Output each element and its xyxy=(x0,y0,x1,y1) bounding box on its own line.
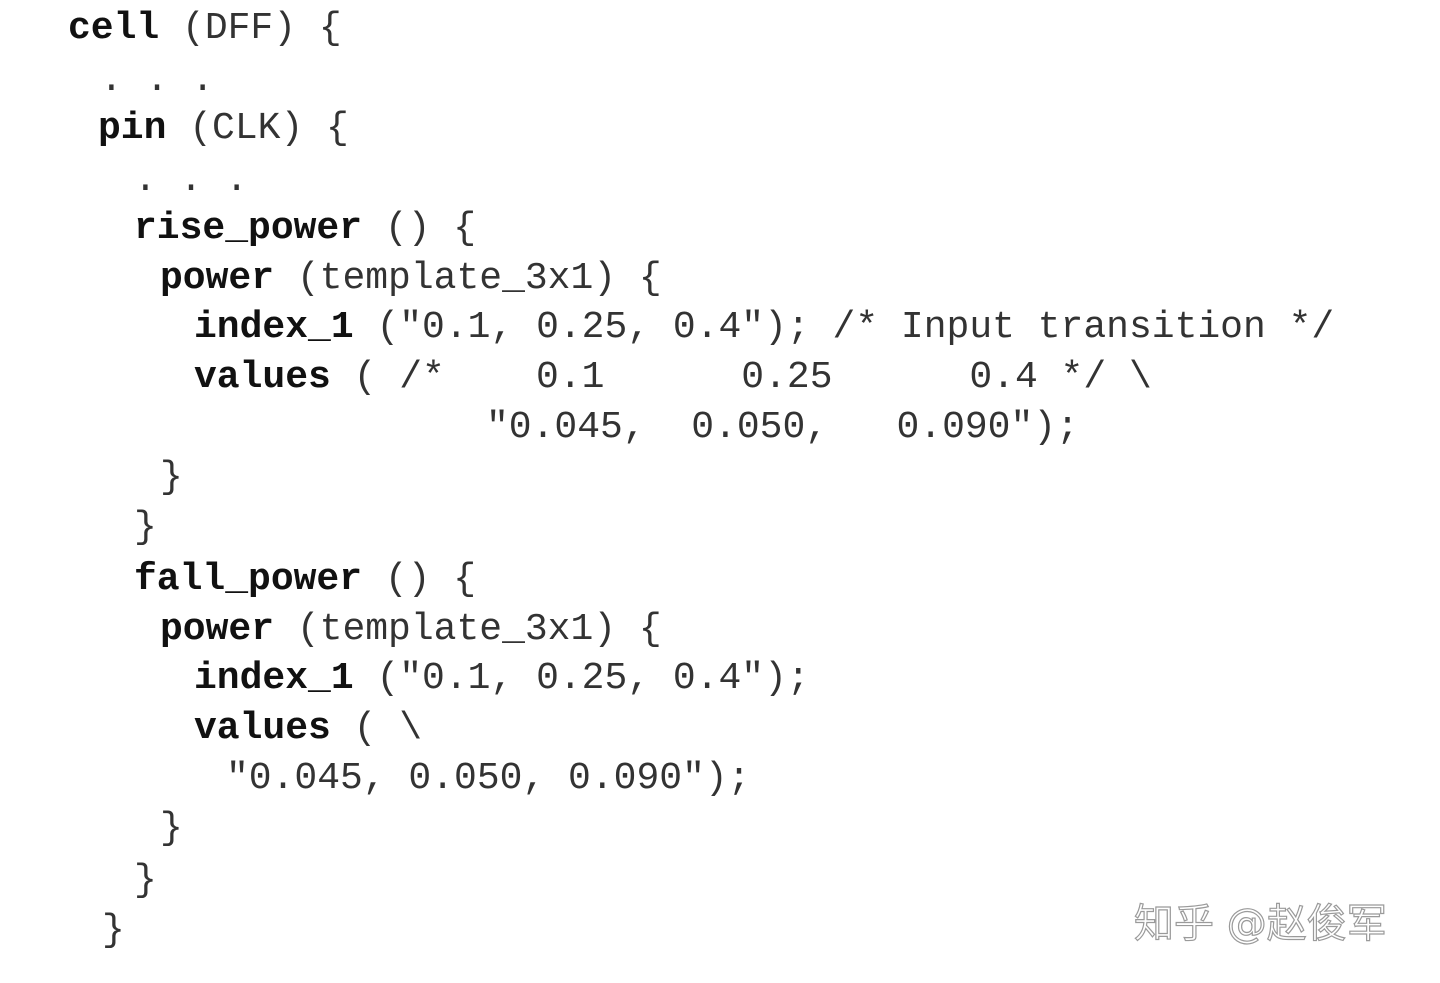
code-line-values: values ( /* 0.1 0.25 0.4 */ \ xyxy=(194,353,1152,403)
keyword: fall_power xyxy=(134,558,363,601)
keyword: power xyxy=(160,608,275,651)
code-text: "0.045, 0.050, 0.090"); xyxy=(226,757,751,800)
code-text: . . . xyxy=(100,59,215,102)
code-line-close-brace: } xyxy=(134,503,157,553)
code-line-fall-power: fall_power () { xyxy=(134,555,476,605)
code-text: . . . xyxy=(134,159,249,202)
code-text: () { xyxy=(362,558,477,601)
code-text: } xyxy=(134,859,157,902)
code-line-index: index_1 ("0.1, 0.25, 0.4"); xyxy=(194,654,810,704)
code-text: } xyxy=(160,807,183,850)
keyword: values xyxy=(194,356,331,399)
code-line-values: values ( \ xyxy=(194,704,422,754)
code-text: ("0.1, 0.25, 0.4"); /* Input transition … xyxy=(353,306,1335,349)
code-text: (CLK) { xyxy=(166,107,349,150)
keyword: power xyxy=(160,257,275,300)
code-line-values-data: "0.045, 0.050, 0.090"); xyxy=(486,403,1079,453)
code-line-close-brace: } xyxy=(134,856,157,906)
zhihu-watermark: 知乎 @赵俊军 xyxy=(1133,900,1387,947)
code-text: () { xyxy=(362,207,477,250)
keyword: rise_power xyxy=(134,207,363,250)
code-text: } xyxy=(134,506,157,549)
code-line-values-data: "0.045, 0.050, 0.090"); xyxy=(226,754,751,804)
keyword: index_1 xyxy=(194,657,354,700)
code-page: cell (DFF) { . . . pin (CLK) { . . . ris… xyxy=(0,0,1440,983)
code-line-power: power (template_3x1) { xyxy=(160,254,662,304)
code-text: ( /* 0.1 0.25 0.4 */ \ xyxy=(330,356,1152,399)
code-line-ellipsis: . . . xyxy=(100,56,214,106)
code-line-ellipsis: . . . xyxy=(134,156,248,206)
code-text: } xyxy=(102,909,125,952)
code-text: "0.045, 0.050, 0.090"); xyxy=(486,406,1079,449)
keyword: values xyxy=(194,707,331,750)
code-line-rise-power: rise_power () { xyxy=(134,204,476,254)
code-text: (template_3x1) { xyxy=(274,608,662,651)
code-line-close-brace: } xyxy=(160,804,183,854)
keyword: cell xyxy=(68,7,160,50)
keyword: index_1 xyxy=(194,306,354,349)
code-text: (template_3x1) { xyxy=(274,257,662,300)
code-text: ( \ xyxy=(330,707,423,750)
keyword: pin xyxy=(98,107,167,150)
code-text: (DFF) { xyxy=(159,7,342,50)
code-line-index: index_1 ("0.1, 0.25, 0.4"); /* Input tra… xyxy=(194,303,1334,353)
code-text: } xyxy=(160,456,183,499)
code-line-pin: pin (CLK) { xyxy=(98,104,349,154)
code-text: ("0.1, 0.25, 0.4"); xyxy=(353,657,810,700)
code-line-power: power (template_3x1) { xyxy=(160,605,662,655)
code-line-close-brace: } xyxy=(160,453,183,503)
code-line-close-brace: } xyxy=(102,906,125,956)
code-line-cell: cell (DFF) { xyxy=(68,4,342,54)
